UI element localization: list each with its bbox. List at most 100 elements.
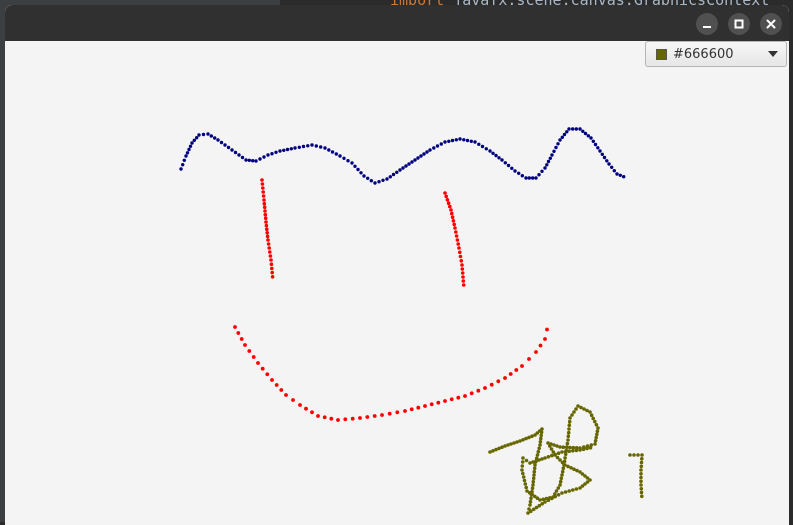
- stroke-dot: [372, 414, 377, 418]
- stroke-dot: [570, 413, 574, 417]
- stroke-dot: [450, 211, 454, 216]
- stroke-dot: [260, 178, 264, 182]
- stroke-dot: [537, 173, 541, 177]
- stroke-dot: [435, 144, 440, 148]
- stroke-dot: [571, 449, 575, 453]
- title-bar[interactable]: [5, 5, 789, 41]
- stroke-dot: [524, 458, 529, 463]
- stroke-dot: [233, 325, 237, 329]
- color-picker[interactable]: #666600: [645, 41, 787, 67]
- stroke-dot: [461, 275, 465, 279]
- stroke-dot: [477, 142, 481, 146]
- stroke-dot: [266, 242, 271, 246]
- stroke-dot: [407, 162, 411, 166]
- stroke-dot: [247, 158, 251, 162]
- drawing-canvas[interactable]: [5, 41, 789, 525]
- stroke-dot: [342, 156, 346, 160]
- stroke-dot: [329, 416, 334, 421]
- smile-stroke: [233, 325, 549, 422]
- stroke-dot: [553, 452, 557, 457]
- stroke-dot: [563, 490, 568, 494]
- stroke-dot: [595, 429, 600, 434]
- stroke-dot: [539, 433, 543, 438]
- stroke-dot: [330, 150, 335, 154]
- stroke-dot: [545, 163, 549, 167]
- stroke-dot: [274, 150, 278, 154]
- stroke-dot: [593, 442, 597, 446]
- stroke-dot: [260, 182, 265, 186]
- stroke-dot: [266, 153, 270, 157]
- stroke-dot: [639, 468, 643, 472]
- stroke-dot: [544, 496, 549, 501]
- stroke-dot: [551, 495, 555, 499]
- stroke-dot: [524, 485, 528, 490]
- stroke-dot: [632, 453, 636, 457]
- stroke-dot: [520, 174, 524, 178]
- stroke-dot: [532, 473, 536, 477]
- stroke-dot: [187, 147, 191, 152]
- stroke-dot: [589, 413, 594, 418]
- stroke-dot: [562, 463, 566, 467]
- stroke-dot: [540, 427, 544, 431]
- stroke-dot: [600, 152, 604, 156]
- stroke-dot: [556, 493, 561, 497]
- stroke-dot: [565, 130, 569, 134]
- stroke-dot: [454, 234, 459, 238]
- stroke-dot: [450, 215, 455, 219]
- stroke-dot: [556, 486, 561, 490]
- stroke-dot: [452, 222, 457, 227]
- stroke-dot: [216, 138, 220, 142]
- stroke-dot: [513, 169, 517, 173]
- stroke-dot: [449, 208, 453, 212]
- stroke-dot: [369, 179, 373, 183]
- stroke-dot: [356, 167, 360, 172]
- stroke-dot: [401, 166, 405, 170]
- left-eye-stroke: [260, 178, 275, 279]
- stroke-dot: [353, 164, 357, 168]
- stroke-dot: [560, 135, 564, 139]
- stroke-dot: [223, 143, 227, 147]
- stroke-dot: [596, 426, 600, 430]
- stroke-dot: [387, 411, 392, 416]
- stroke-dot: [282, 148, 286, 152]
- stroke-dot: [598, 149, 602, 153]
- stroke-dot: [251, 159, 255, 163]
- stroke-dot: [322, 415, 327, 420]
- maximize-button[interactable]: [728, 13, 750, 35]
- stroke-dot: [538, 343, 543, 348]
- stroke-dot: [449, 397, 454, 402]
- right-eye-stroke: [443, 191, 466, 287]
- stroke-dot: [267, 246, 272, 250]
- stroke-dot: [453, 226, 457, 230]
- stroke-dot: [605, 159, 609, 163]
- stroke-dot: [572, 410, 576, 414]
- stroke-dot: [261, 190, 266, 194]
- stroke-dot: [528, 503, 532, 507]
- stroke-dot: [270, 270, 275, 275]
- stroke-dot: [488, 149, 492, 153]
- stroke-dot: [301, 144, 306, 149]
- stroke-dot: [585, 446, 589, 451]
- stroke-dot: [269, 258, 273, 262]
- color-swatch: [656, 48, 667, 60]
- stroke-dot: [543, 166, 547, 170]
- stroke-dot: [201, 132, 206, 137]
- stroke-dot: [398, 168, 402, 172]
- chevron-down-icon[interactable]: [768, 51, 778, 57]
- close-button[interactable]: [760, 13, 782, 35]
- stroke-dot: [560, 450, 564, 454]
- stroke-dot: [284, 393, 288, 397]
- stroke-dot: [443, 140, 447, 144]
- stroke-dot: [473, 140, 477, 144]
- stroke-dot: [462, 138, 466, 142]
- stroke-dot: [533, 463, 537, 467]
- stroke-dot: [639, 483, 643, 487]
- stroke-dot: [243, 343, 247, 347]
- stroke-dot: [566, 438, 570, 442]
- stroke-dot: [567, 419, 572, 424]
- minimize-button[interactable]: [696, 13, 718, 35]
- stroke-dot: [454, 230, 458, 234]
- stroke-dot: [558, 445, 562, 449]
- stroke-dot: [531, 476, 536, 481]
- stroke-dot: [240, 155, 245, 160]
